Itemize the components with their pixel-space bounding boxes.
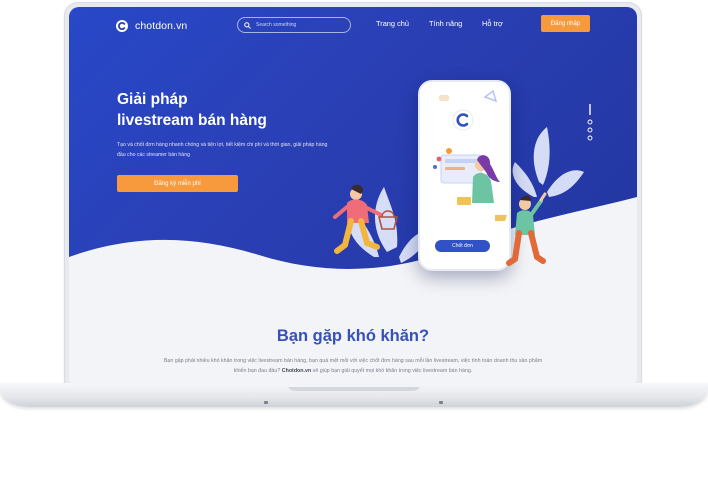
brand-logo[interactable]: chotdon.vn (116, 18, 187, 34)
logo-c-icon (116, 20, 128, 32)
register-free-button[interactable]: Đăng ký miễn phí (117, 175, 238, 192)
login-button[interactable]: Đăng nhập (541, 15, 590, 32)
problem-section-text: Bạn gặp phải nhiều khó khăn trong việc l… (157, 356, 549, 376)
problem-section-title: Bạn gặp khó khăn? (276, 327, 430, 345)
problem-brand: Chotdon.vn (281, 368, 312, 374)
search-icon (244, 21, 251, 29)
hero-description: Tạo và chốt đơn hàng nhanh chóng và tiện… (117, 142, 328, 158)
search-input[interactable] (256, 22, 346, 28)
hero-wave-divider (69, 197, 637, 287)
phone-order-button[interactable]: Chốt đơn (435, 240, 490, 252)
laptop-foot-right (439, 401, 443, 404)
nav-link-support[interactable]: Hỗ trợ (482, 19, 503, 28)
slider-dots-icon[interactable] (587, 104, 593, 144)
nav-link-features[interactable]: Tính năng (429, 19, 462, 28)
hero-title: Giải pháp livestream bán hàng (117, 89, 267, 131)
hero-title-line-1: Giải pháp (117, 91, 188, 108)
hero-title-line-2: livestream bán hàng (117, 112, 267, 129)
nav-link-home[interactable]: Trang chủ (376, 19, 409, 28)
problem-text-after: sẽ giúp bạn giải quyết mọi khó khăn tron… (312, 368, 473, 374)
browser-screen: chotdon.vn Trang chủ Tính năng Hỗ trợ Đă… (69, 7, 637, 387)
logo-text: chotdon.vn (135, 20, 188, 32)
laptop-foot-left (264, 401, 268, 404)
search-box[interactable] (237, 17, 351, 33)
